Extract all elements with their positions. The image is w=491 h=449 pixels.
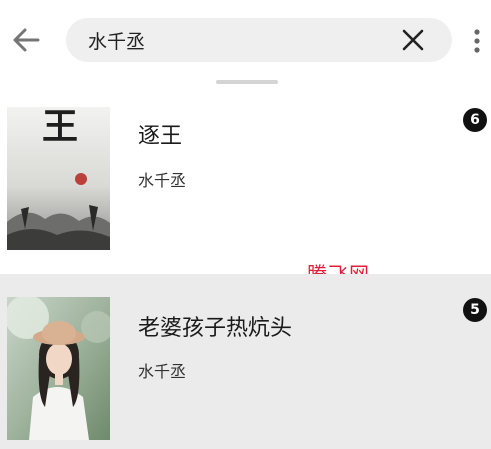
search-box[interactable]: [66, 18, 452, 62]
close-icon: [402, 29, 424, 51]
book-author: 水千丞: [138, 171, 187, 190]
book-author: 水千丞: [138, 362, 187, 381]
rank-badge: 5: [463, 298, 487, 322]
book-cover: 逐王: [7, 107, 110, 250]
search-result-item[interactable]: 逐王 逐王 水千丞 6: [0, 96, 491, 274]
more-options-button[interactable]: [466, 24, 488, 58]
search-toolbar: [0, 0, 491, 80]
drag-handle[interactable]: [216, 80, 278, 84]
book-title: 逐王: [138, 124, 183, 149]
clear-search-button[interactable]: [400, 27, 426, 53]
book-cover: [7, 297, 110, 440]
search-result-item[interactable]: 老婆孩子热炕头 水千丞 5: [0, 274, 491, 449]
more-vertical-icon: [474, 29, 480, 53]
rank-badge: 6: [463, 108, 487, 132]
book-title: 老婆孩子热炕头: [138, 316, 293, 341]
search-input[interactable]: [88, 18, 388, 62]
arrow-left-icon: [13, 28, 40, 52]
back-button[interactable]: [8, 22, 44, 58]
cover-title-text: 逐王: [36, 107, 78, 145]
